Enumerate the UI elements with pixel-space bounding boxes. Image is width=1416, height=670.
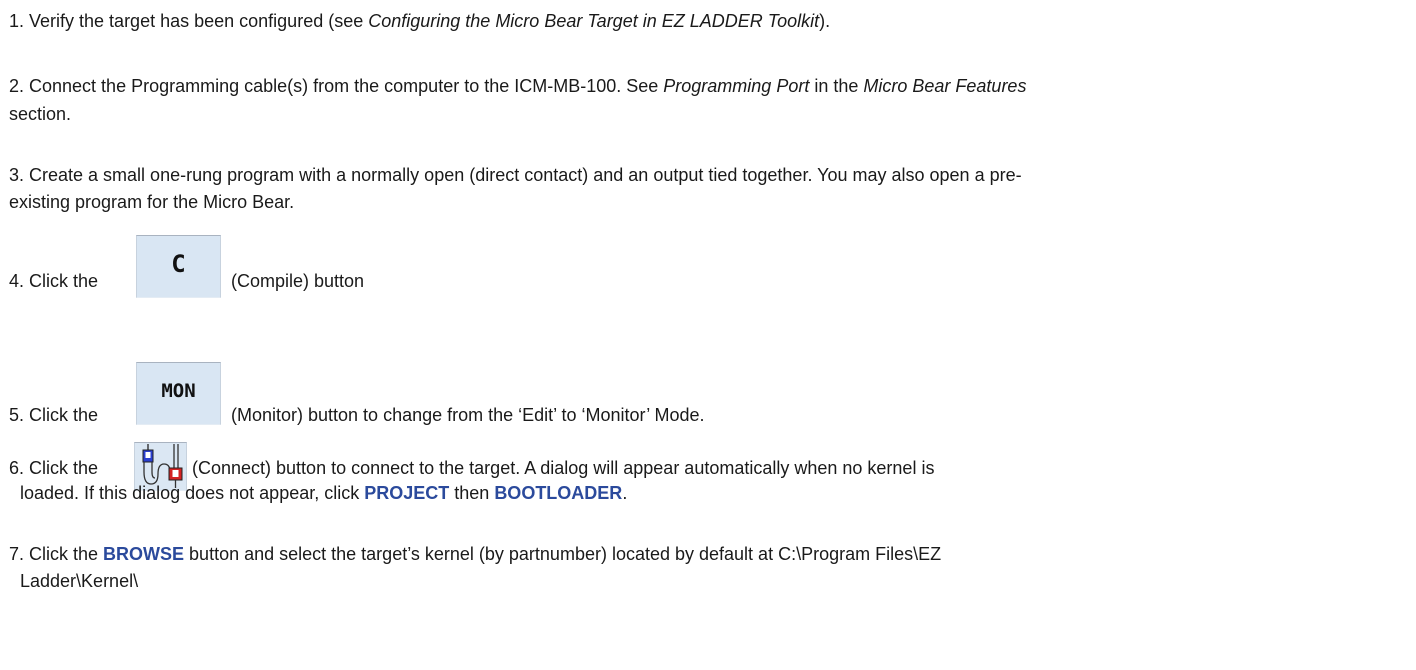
step-7-text-end: button and select the target’s kernel (b…	[184, 544, 942, 564]
step-5-text-end: (Monitor) button to change from the ‘Edi…	[231, 405, 705, 425]
monitor-button-label: MON	[161, 380, 196, 402]
step-4-text-end: (Compile) button	[231, 271, 365, 291]
bootloader-menu-keyword: BOOTLOADER	[494, 483, 623, 503]
step-3-line-1: 3. Create a small one-rung program with …	[9, 165, 1022, 185]
step-7-line-2: Ladder\Kernel\	[20, 571, 139, 591]
step-2-line-2: section.	[9, 104, 72, 124]
step-2-reference-port: Programming Port	[663, 76, 810, 96]
step-6-line-2-end: .	[622, 483, 628, 503]
step-1-text-end: ).	[819, 11, 831, 31]
step-6: 6. Click the (Connect) button to connect…	[9, 457, 934, 479]
step-1: 1. Verify the target has been configured…	[9, 10, 830, 32]
step-2-reference-features: Micro Bear Features	[863, 76, 1027, 96]
step-2-text-mid: in the	[809, 76, 864, 96]
browse-button-keyword: BROWSE	[103, 544, 185, 564]
step-1-reference: Configuring the Micro Bear Target in EZ …	[368, 11, 820, 31]
step-7: 7. Click the BROWSE button and select th…	[9, 543, 941, 565]
step-5-text: 5. Click the	[9, 405, 99, 425]
step-1-text: 1. Verify the target has been configured…	[9, 11, 369, 31]
step-6-text-end: (Connect) button to connect to the targe…	[187, 458, 935, 478]
step-6-line-2: loaded. If this dialog does not appear, …	[20, 482, 627, 504]
step-2: 2. Connect the Programming cable(s) from…	[9, 75, 1026, 97]
step-3-line-2: existing program for the Micro Bear.	[9, 192, 295, 212]
project-menu-keyword: PROJECT	[364, 483, 450, 503]
step-5: 5. Click the (Monitor) button to change …	[9, 404, 705, 426]
step-4-text: 4. Click the	[9, 271, 99, 291]
step-4: 4. Click the (Compile) button	[9, 270, 364, 292]
step-6-text: 6. Click the	[9, 458, 99, 478]
step-6-line-2-mid: then	[449, 483, 495, 503]
step-6-line-2-text: loaded. If this dialog does not appear, …	[20, 483, 365, 503]
step-7-text: 7. Click the	[9, 544, 104, 564]
step-2-text: 2. Connect the Programming cable(s) from…	[9, 76, 664, 96]
